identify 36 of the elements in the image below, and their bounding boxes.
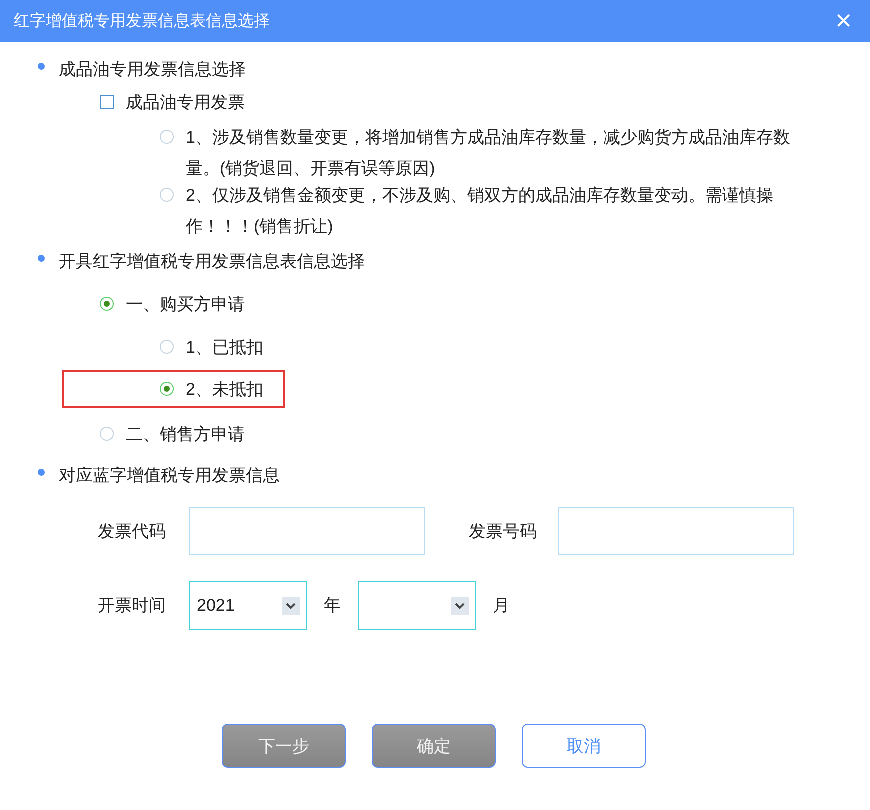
caret-icon: [282, 596, 300, 614]
input-field[interactable]: [189, 507, 425, 555]
unit-label: 月: [493, 595, 510, 617]
section-heading: 对应蓝字增值税专用发票信息: [59, 465, 280, 487]
field-label: 开票时间: [98, 595, 167, 617]
close-button[interactable]: ×: [832, 7, 856, 35]
caret-icon: [451, 596, 469, 614]
field-label: 发票号码: [469, 520, 538, 542]
option-label: 一、购买方申请: [126, 294, 245, 316]
radio-button[interactable]: [100, 427, 114, 441]
field-label: 发票代码: [98, 520, 167, 542]
year-select[interactable]: 2021: [189, 581, 307, 630]
option-label: 成品油专用发票: [126, 92, 245, 114]
radio-button[interactable]: [160, 130, 174, 144]
dialog-button[interactable]: 取消: [522, 724, 646, 768]
option-label: 2、未抵扣: [186, 378, 264, 400]
radio-button[interactable]: [100, 297, 114, 311]
bullet-icon: [38, 63, 45, 70]
bullet-icon: [38, 255, 45, 262]
input-field[interactable]: [558, 507, 794, 555]
radio-button[interactable]: [160, 340, 174, 354]
dialog-button[interactable]: 下一步: [222, 724, 346, 768]
radio-button[interactable]: [160, 382, 174, 396]
window-title: 红字增值税专用发票信息表信息选择: [14, 12, 270, 32]
option-label: 二、销售方申请: [126, 424, 245, 446]
section-heading: 成品油专用发票信息选择: [59, 59, 246, 81]
bullet-icon: [38, 469, 45, 476]
dialog-button[interactable]: 确定: [372, 724, 496, 768]
month-select[interactable]: [358, 581, 476, 630]
option-label: 1、已抵扣: [186, 337, 264, 359]
unit-label: 年: [324, 595, 341, 617]
option-label: 2、仅涉及销售金额变更，不涉及购、销双方的成品油库存数量变动。需谨慎操作！！！(销售折让): [186, 185, 774, 238]
radio-button[interactable]: [160, 188, 174, 202]
section-heading: 开具红字增值税专用发票信息表信息选择: [59, 251, 365, 273]
checkbox[interactable]: [100, 95, 114, 109]
option-label: 1、涉及销售数量变更，将增加销售方成品油库存数量，减少购货方成品油库存数量。(销货退回、开票有误等原因): [186, 127, 791, 180]
